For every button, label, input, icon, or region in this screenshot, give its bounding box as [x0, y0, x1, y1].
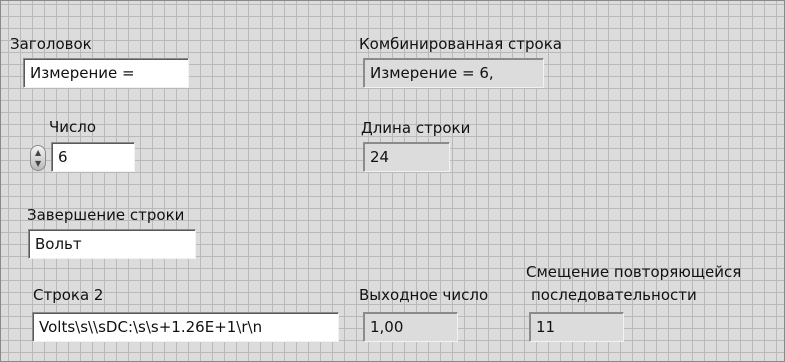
offset-label-line1: Смещение повторяющейся	[526, 263, 742, 281]
offset-indicator: 11	[529, 312, 624, 342]
combined-string-label: Комбинированная строка	[359, 35, 562, 53]
front-panel: Заголовок Измерение = Число ▲ ▼ 6 Заверш…	[0, 0, 785, 362]
output-number-indicator: 1,00	[363, 312, 458, 342]
decrement-icon[interactable]: ▼	[35, 159, 41, 168]
heading-input[interactable]: Измерение =	[23, 58, 189, 88]
offset-label-line2: последовательности	[531, 286, 697, 304]
number-label: Число	[49, 118, 97, 136]
string-length-indicator: 24	[363, 142, 450, 172]
string-end-input[interactable]: Вольт	[28, 229, 196, 259]
string-end-label: Завершение строки	[27, 206, 185, 224]
increment-icon[interactable]: ▲	[35, 148, 41, 157]
string2-input[interactable]: Volts\s\\sDC:\s\s+1.26E+1\r\n	[32, 312, 339, 342]
output-number-label: Выходное число	[359, 286, 489, 304]
combined-string-indicator: Измерение = 6,	[363, 58, 544, 88]
string2-label: Строка 2	[33, 286, 104, 304]
string-length-label: Длина строки	[361, 119, 471, 137]
heading-label: Заголовок	[10, 35, 92, 53]
number-input[interactable]: 6	[51, 142, 135, 172]
number-spinner[interactable]: ▲ ▼	[30, 145, 46, 171]
